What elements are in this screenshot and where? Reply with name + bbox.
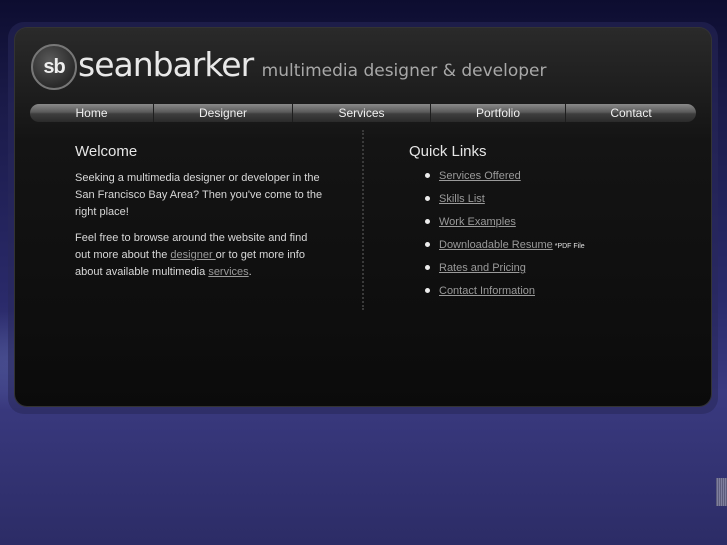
resize-grip[interactable] xyxy=(716,478,727,506)
site-header: seanbarker multimedia designer & develop… xyxy=(78,45,546,85)
site-name[interactable]: seanbarker xyxy=(78,45,254,84)
rates-pricing-link[interactable]: Rates and Pricing xyxy=(439,262,526,274)
bullet-icon xyxy=(425,196,430,201)
column-divider xyxy=(362,130,364,310)
services-offered-link[interactable]: Services Offered xyxy=(439,170,521,182)
list-item: Skills List xyxy=(423,190,585,213)
skills-list-link[interactable]: Skills List xyxy=(439,193,485,205)
downloadable-resume-link[interactable]: Downloadable Resume xyxy=(439,239,553,251)
nav-designer[interactable]: Designer xyxy=(154,104,293,122)
contact-information-link[interactable]: Contact Information xyxy=(439,285,535,297)
nav-home[interactable]: Home xyxy=(30,104,154,122)
site-tagline: multimedia designer & developer xyxy=(261,61,547,81)
quick-links-list: Services Offered Skills List Work Exampl… xyxy=(423,167,585,305)
services-link[interactable]: services xyxy=(208,266,248,278)
bullet-icon xyxy=(425,219,430,224)
designer-link[interactable]: designer xyxy=(170,249,215,261)
list-item: Work Examples xyxy=(423,213,585,236)
welcome-heading: Welcome xyxy=(75,143,138,160)
nav-contact[interactable]: Contact xyxy=(566,104,696,122)
welcome-paragraph-1: Seeking a multimedia designer or develop… xyxy=(75,172,323,218)
bullet-icon xyxy=(425,288,430,293)
pdf-note: *PDF File xyxy=(554,243,585,250)
list-item: Services Offered xyxy=(423,167,585,190)
welcome-text-c: . xyxy=(248,266,252,278)
main-nav: Home Designer Services Portfolio Contact xyxy=(30,104,696,122)
bullet-icon xyxy=(425,265,430,270)
nav-services[interactable]: Services xyxy=(293,104,431,122)
list-item: Downloadable Resume *PDF File xyxy=(423,236,585,259)
welcome-text: Seeking a multimedia designer or develop… xyxy=(75,170,325,290)
bullet-icon xyxy=(425,242,430,247)
list-item: Contact Information xyxy=(423,282,585,305)
nav-portfolio[interactable]: Portfolio xyxy=(431,104,566,122)
logo-text: sb xyxy=(43,55,65,78)
bullet-icon xyxy=(425,173,430,178)
work-examples-link[interactable]: Work Examples xyxy=(439,216,516,228)
quick-links-heading: Quick Links xyxy=(409,143,487,160)
logo-icon[interactable]: sb xyxy=(31,44,77,90)
list-item: Rates and Pricing xyxy=(423,259,585,282)
welcome-paragraph-2: Feel free to browse around the website a… xyxy=(75,230,325,281)
